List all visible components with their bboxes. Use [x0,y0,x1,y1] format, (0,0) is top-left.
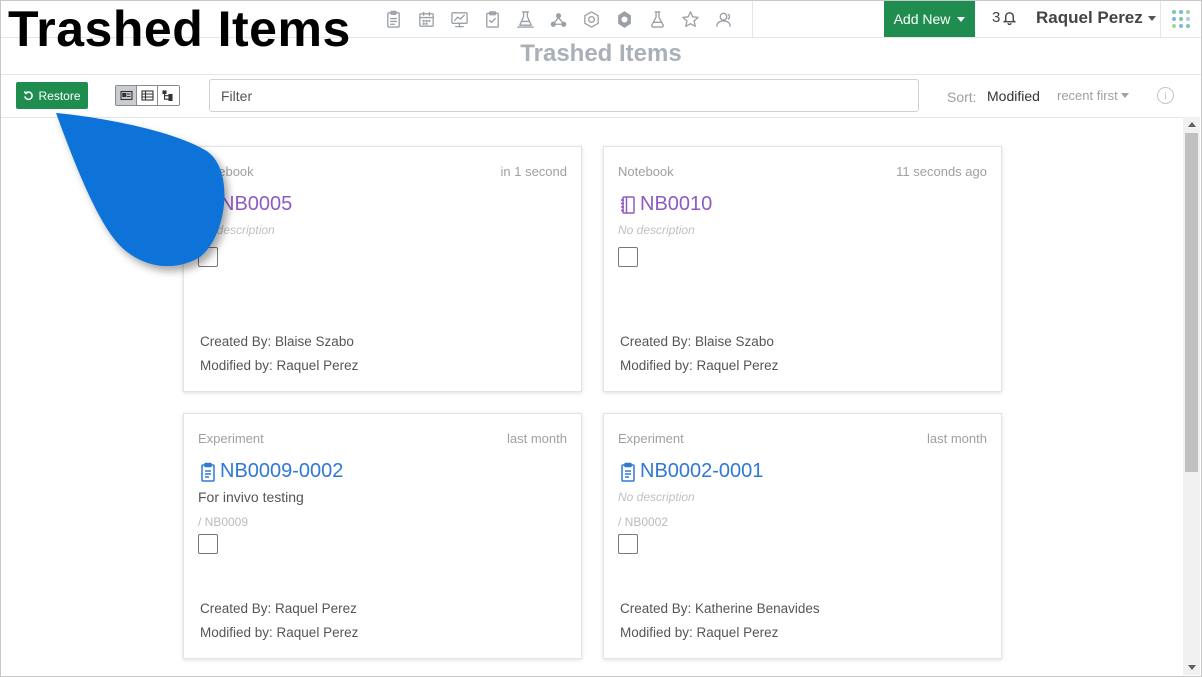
sort-field-select[interactable]: Modified [987,88,1040,104]
notification-count: 3 [992,9,1001,26]
apps-grid-icon[interactable] [1172,10,1190,28]
tree-view-button[interactable] [158,86,179,105]
scroll-up-arrow-icon[interactable] [1188,122,1196,127]
chevron-down-icon [1147,15,1156,21]
trashed-item-card[interactable]: Notebook in 1 second NB0005 No descripti… [183,146,582,392]
item-created-by: Created By: Blaise Szabo [200,334,354,349]
flask-stand-icon[interactable] [509,0,542,38]
item-type: Experiment [618,431,684,446]
select-checkbox[interactable] [198,247,218,267]
table-view-icon [140,90,154,101]
molecule-icon[interactable] [542,0,575,38]
item-name-link[interactable]: NB0002-0001 [619,460,763,483]
card-view-button[interactable] [116,86,137,105]
experiment-icon[interactable] [377,0,410,38]
view-mode-toggle [115,85,180,106]
sort-label: Sort: [947,89,977,105]
divider [0,117,1183,118]
select-checkbox[interactable] [198,534,218,554]
item-type: Notebook [618,164,674,179]
item-time: 11 seconds ago [896,164,987,179]
item-time: last month [507,431,567,446]
item-description: No description [618,490,695,504]
item-description: No description [618,223,695,237]
info-icon[interactable]: i [1157,87,1174,104]
bell-icon [1002,12,1017,25]
users-icon[interactable] [707,0,740,38]
item-modified-by: Modified by: Raquel Perez [200,358,359,373]
trashed-item-card[interactable]: Experiment last month NB0009-0002 For in… [183,413,582,659]
clipboard-icon[interactable] [476,0,509,38]
sort-order-select[interactable]: recent first [1057,88,1129,103]
trashed-item-card[interactable]: Experiment last month NB0002-0001 No des… [603,413,1002,659]
item-name-link[interactable]: NB0009-0002 [199,460,343,483]
select-checkbox[interactable] [618,247,638,267]
item-name: NB0010 [640,193,713,215]
presentation-icon[interactable] [443,0,476,38]
star-icon[interactable] [674,0,707,38]
item-modified-by: Modified by: Raquel Perez [620,625,779,640]
divider [1160,0,1161,38]
add-new-button[interactable]: Add New [884,1,975,37]
module-nav [377,0,753,38]
sort-order-label: recent first [1057,88,1118,103]
filter-input[interactable] [209,79,919,112]
item-name-link[interactable]: NB0010 [619,193,712,216]
scroll-down-arrow-icon[interactable] [1188,665,1196,670]
item-description: No description [198,223,275,237]
beaker-icon[interactable] [641,0,674,38]
overlay-title: Trashed Items [8,1,351,57]
divider [0,74,1202,75]
item-parent-path: / NB0002 [618,515,669,529]
add-new-label: Add New [893,11,951,27]
restore-label: Restore [38,88,81,103]
item-time: in 1 second [500,164,568,179]
notifications-button[interactable]: 3 [992,9,1017,26]
item-created-by: Created By: Raquel Perez [200,601,357,616]
item-name: NB0002-0001 [640,460,764,482]
calendar-icon[interactable] [410,0,443,38]
item-time: last month [927,431,987,446]
item-parent-path: / NB0009 [198,515,249,529]
item-modified-by: Modified by: Raquel Perez [200,625,359,640]
chevron-down-icon [1120,93,1129,98]
item-created-by: Created By: Blaise Szabo [620,334,774,349]
experiment-icon [201,462,215,482]
experiment-icon [621,462,635,482]
undo-icon [24,90,34,101]
item-created-by: Created By: Katherine Benavides [620,601,820,616]
user-name: Raquel Perez [1036,8,1143,27]
item-type: Experiment [198,431,264,446]
select-checkbox[interactable] [618,534,638,554]
tree-view-icon [162,90,173,101]
item-type: Notebook [198,164,254,179]
notebook-icon [621,195,635,214]
item-modified-by: Modified by: Raquel Perez [620,358,779,373]
item-name: NB0009-0002 [220,460,344,482]
item-name-link[interactable]: NB0005 [199,193,292,216]
user-menu[interactable]: Raquel Perez [1036,8,1156,28]
chevron-down-icon [957,16,966,22]
notebook-icon [201,195,215,214]
cell-icon[interactable] [575,0,608,38]
trashed-item-card[interactable]: Notebook 11 seconds ago NB0010 No descri… [603,146,1002,392]
vertical-scrollbar[interactable] [1183,117,1200,675]
item-description: For invivo testing [198,489,304,505]
restore-button[interactable]: Restore [16,82,88,109]
item-name: NB0005 [220,193,293,215]
card-view-icon [119,90,133,101]
tissue-icon[interactable] [608,0,641,38]
scroll-thumb[interactable] [1185,133,1198,472]
table-view-button[interactable] [137,86,158,105]
